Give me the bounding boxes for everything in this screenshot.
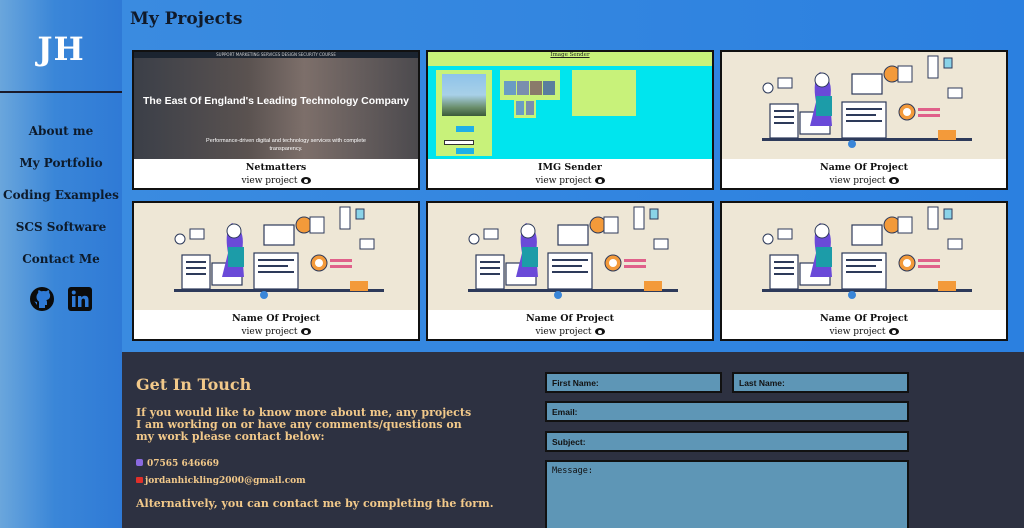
thumb-mini-image	[530, 81, 542, 95]
project-card-img-sender[interactable]: Image Sender IMG Sender view project	[426, 50, 714, 190]
contact-email[interactable]: jordanhickling2000@gmail.com	[136, 476, 306, 486]
first-name-field[interactable]: First Name:	[545, 372, 722, 393]
project-card-placeholder[interactable]: Name Of Project view project	[720, 201, 1008, 341]
view-project-link[interactable]: view project	[428, 176, 712, 186]
nav-my-portfolio[interactable]: My Portfolio	[0, 154, 122, 186]
nav-about-me[interactable]: About me	[0, 122, 122, 154]
project-name: Name Of Project	[231, 313, 321, 324]
office-illustration	[722, 203, 1006, 310]
nav-contact-me[interactable]: Contact Me	[0, 250, 122, 282]
thumb-header-bar: Image Sender	[428, 52, 712, 66]
contact-alt-text: Alternatively, you can contact me by com…	[136, 497, 494, 510]
thumb-subheading: Performance-driven digital and technolog…	[206, 138, 366, 152]
contact-title: Get In Touch	[136, 375, 252, 394]
thumb-button	[456, 126, 474, 132]
view-project-label: view project	[829, 327, 886, 337]
subject-field[interactable]: Subject:	[545, 431, 909, 452]
contact-section: Get In Touch If you would like to know m…	[122, 352, 1024, 528]
contact-phone[interactable]: 07565 646669	[136, 459, 219, 469]
sidebar: JH About me My Portfolio Coding Examples…	[0, 0, 122, 528]
thumb-mini-image	[504, 81, 516, 95]
view-project-link[interactable]: view project	[428, 327, 712, 337]
project-card-netmatters[interactable]: SUPPORT MARKETING SERVICES DESIGN SECURI…	[132, 50, 420, 190]
thumb-upload-panel	[436, 70, 492, 156]
site-logo[interactable]: JH	[0, 30, 122, 68]
thumb-heading: The East Of England's Leading Technology…	[143, 95, 409, 107]
eye-icon	[594, 328, 605, 335]
last-name-field[interactable]: Last Name:	[732, 372, 909, 393]
thumb-mini-image	[517, 81, 529, 95]
view-project-label: view project	[535, 176, 592, 186]
email-address: jordanhickling2000@gmail.com	[145, 476, 306, 486]
thumb-output-panel	[572, 70, 636, 116]
thumb-mini-image	[543, 81, 555, 95]
thumb-header-text: Image Sender	[550, 52, 590, 58]
project-thumbnail	[722, 52, 1006, 159]
thumb-gallery-panel	[500, 70, 560, 100]
view-project-label: view project	[241, 176, 298, 186]
phone-number: 07565 646669	[147, 459, 220, 469]
view-project-link[interactable]: view project	[134, 176, 418, 186]
project-name: IMG Sender	[538, 162, 602, 173]
project-thumbnail	[722, 203, 1006, 310]
thumb-gallery-panel-2	[514, 98, 536, 118]
projects-section: My Projects SUPPORT MARKETING SERVICES D…	[122, 0, 1024, 352]
project-name: Name Of Project	[525, 313, 615, 324]
thumb-select	[444, 140, 474, 145]
linkedin-icon[interactable]	[67, 286, 93, 312]
thumb-button	[456, 148, 474, 154]
sidebar-divider	[0, 91, 122, 93]
projects-title: My Projects	[130, 9, 243, 29]
thumb-mini-image	[516, 101, 524, 115]
project-card-placeholder[interactable]: Name Of Project view project	[720, 50, 1008, 190]
view-project-label: view project	[535, 327, 592, 337]
office-illustration	[722, 52, 1006, 159]
view-project-link[interactable]: view project	[134, 327, 418, 337]
view-project-link[interactable]: view project	[722, 327, 1006, 337]
contact-intro: If you would like to know more about me,…	[136, 406, 472, 443]
nav-coding-examples[interactable]: Coding Examples	[0, 186, 122, 218]
thumb-mini-image	[526, 101, 534, 115]
email-icon	[136, 477, 143, 483]
view-project-label: view project	[829, 176, 886, 186]
project-thumbnail	[428, 203, 712, 310]
view-project-link[interactable]: view project	[722, 176, 1006, 186]
thumb-landscape-image	[442, 74, 486, 116]
office-illustration	[134, 203, 418, 310]
eye-icon	[888, 177, 899, 184]
view-project-label: view project	[241, 327, 298, 337]
project-thumbnail: SUPPORT MARKETING SERVICES DESIGN SECURI…	[134, 52, 418, 159]
email-field[interactable]: Email:	[545, 401, 909, 422]
office-illustration	[428, 203, 712, 310]
phone-icon	[136, 459, 143, 466]
eye-icon	[300, 328, 311, 335]
message-field[interactable]: Message:	[545, 460, 909, 528]
project-card-placeholder[interactable]: Name Of Project view project	[426, 201, 714, 341]
project-thumbnail: Image Sender	[428, 52, 712, 159]
project-name: Netmatters	[245, 162, 307, 173]
project-thumbnail	[134, 203, 418, 310]
eye-icon	[888, 328, 899, 335]
eye-icon	[594, 177, 605, 184]
social-links	[0, 286, 122, 312]
project-card-placeholder[interactable]: Name Of Project view project	[132, 201, 420, 341]
project-name: Name Of Project	[819, 313, 909, 324]
nav-scs-software[interactable]: SCS Software	[0, 218, 122, 250]
thumb-topbar: SUPPORT MARKETING SERVICES DESIGN SECURI…	[134, 52, 418, 58]
eye-icon	[300, 177, 311, 184]
github-icon[interactable]	[29, 286, 55, 312]
sidebar-nav: About me My Portfolio Coding Examples SC…	[0, 122, 122, 282]
project-name: Name Of Project	[819, 162, 909, 173]
